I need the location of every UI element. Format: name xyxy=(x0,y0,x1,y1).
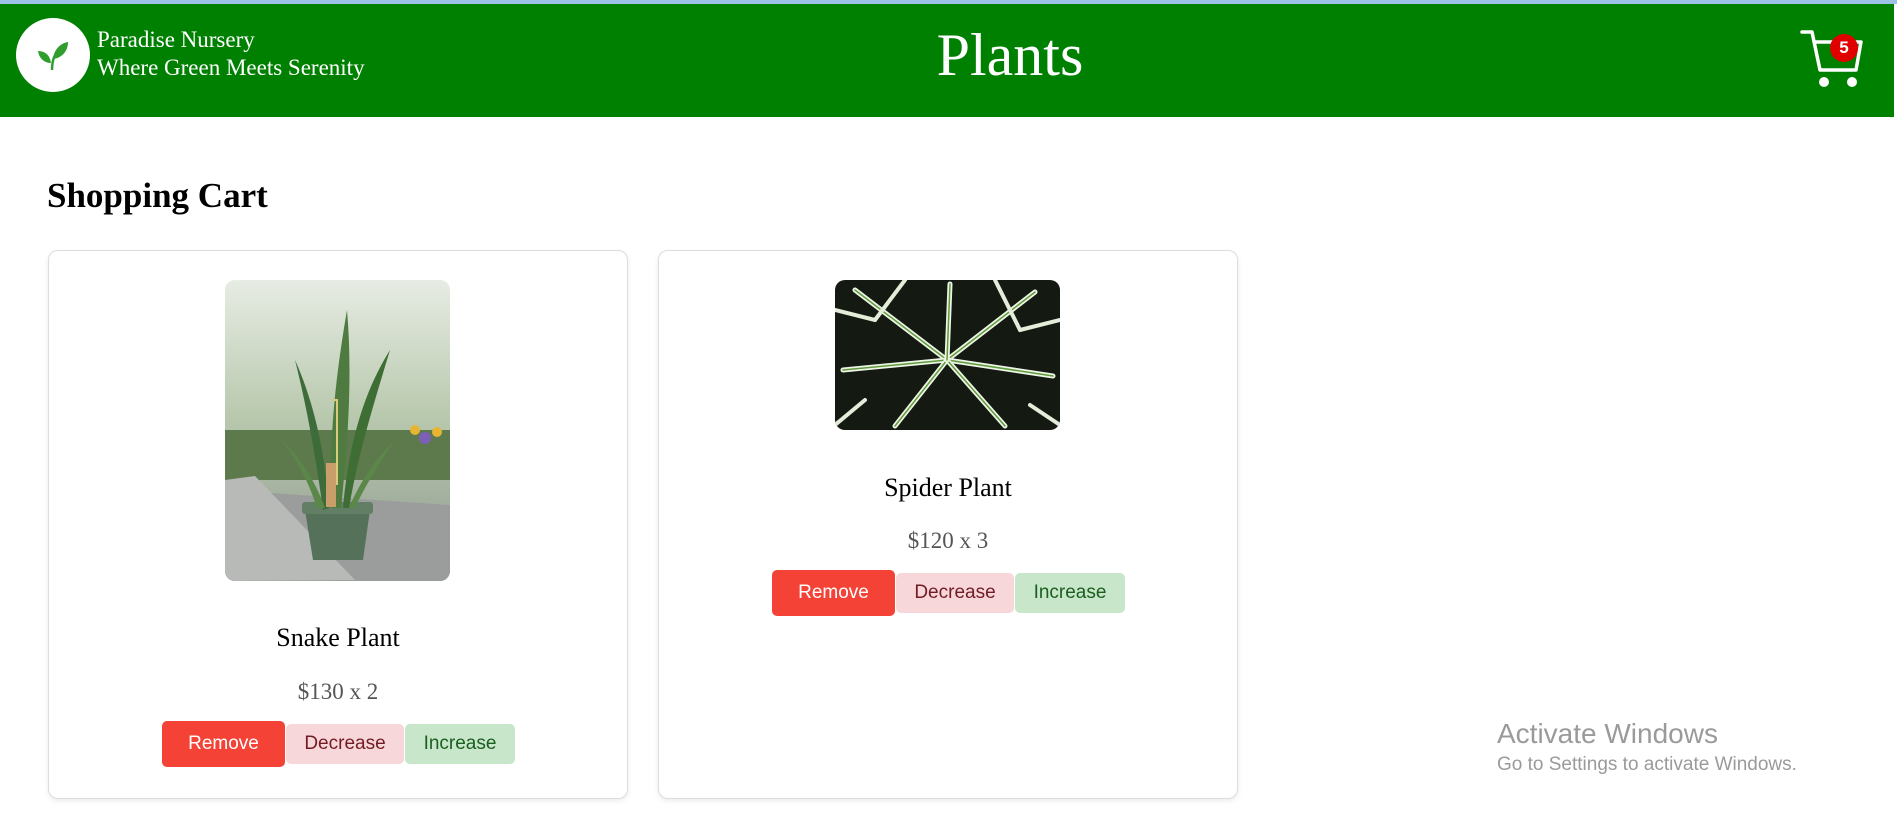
remove-button[interactable]: Remove xyxy=(162,721,285,767)
plant-image xyxy=(225,280,450,581)
decrease-button[interactable]: Decrease xyxy=(286,724,404,764)
plant-name: Spider Plant xyxy=(884,473,1012,502)
cart-count-badge: 5 xyxy=(1830,34,1858,62)
cart-icon xyxy=(1800,30,1863,87)
activation-watermark: Activate Windows Go to Settings to activ… xyxy=(1497,716,1797,778)
plant-image xyxy=(835,280,1060,430)
plant-name: Snake Plant xyxy=(276,623,400,652)
watermark-title: Activate Windows xyxy=(1497,718,1718,749)
increase-button[interactable]: Increase xyxy=(405,724,515,764)
cart-item-card: Snake Plant $130 x 2 Remove Decrease Inc… xyxy=(48,250,628,799)
plant-price: $120 x 3 xyxy=(907,528,989,553)
watermark-subtitle: Go to Settings to activate Windows. xyxy=(1497,754,1797,775)
page-title[interactable]: Plants xyxy=(0,20,1897,90)
cart-item-card: Spider Plant $120 x 3 Remove Decrease In… xyxy=(658,250,1238,799)
navbar: Paradise Nursery Where Green Meets Seren… xyxy=(0,4,1894,117)
increase-button[interactable]: Increase xyxy=(1015,573,1125,613)
plant-price: $130 x 2 xyxy=(297,679,379,704)
cart-button[interactable] xyxy=(1800,26,1864,92)
shopping-cart-heading: Shopping Cart xyxy=(47,176,268,215)
remove-button[interactable]: Remove xyxy=(772,570,895,616)
decrease-button[interactable]: Decrease xyxy=(896,573,1014,613)
